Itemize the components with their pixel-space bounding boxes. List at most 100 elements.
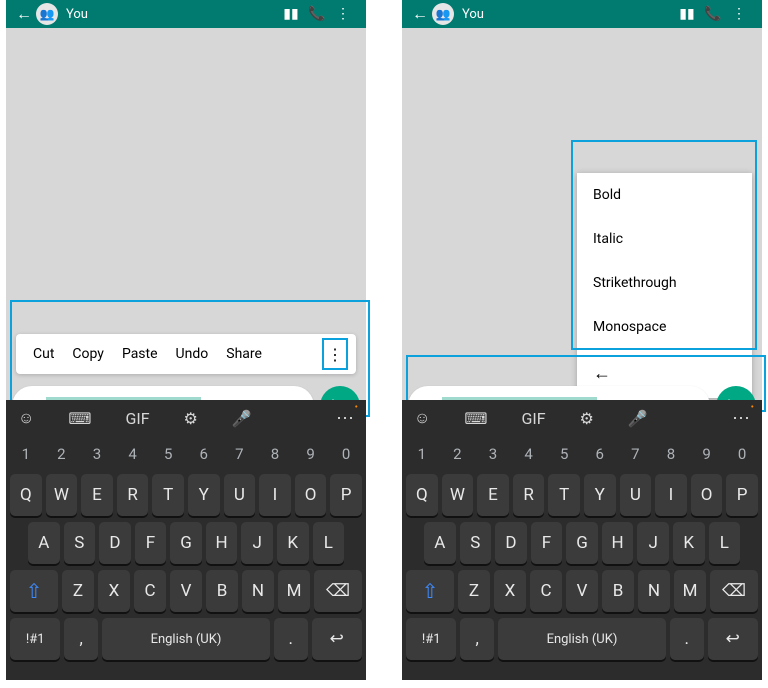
key-r[interactable]: R (513, 474, 545, 516)
key-j[interactable]: J (241, 522, 273, 564)
key-0[interactable]: 0 (726, 440, 758, 468)
key-n[interactable]: N (242, 570, 274, 612)
key-s[interactable]: S (460, 522, 492, 564)
key-f[interactable]: F (135, 522, 167, 564)
key-5[interactable]: 5 (548, 440, 580, 468)
key-space[interactable]: English (UK) (102, 618, 270, 660)
key-shift[interactable]: ⇧ (10, 570, 58, 612)
kb-more-icon[interactable]: ⋯ (336, 408, 354, 429)
key-4[interactable]: 4 (117, 440, 149, 468)
key-period[interactable]: . (670, 618, 704, 660)
key-comma[interactable]: , (460, 618, 494, 660)
key-symbols[interactable]: !#1 (406, 618, 456, 660)
key-y[interactable]: Y (188, 474, 220, 516)
key-b[interactable]: B (602, 570, 634, 612)
key-p[interactable]: P (330, 474, 362, 516)
key-z[interactable]: Z (62, 570, 94, 612)
key-g[interactable]: G (566, 522, 598, 564)
key-a[interactable]: A (424, 522, 456, 564)
fmt-strikethrough[interactable]: Strikethrough (577, 261, 752, 305)
kb-sticker-icon[interactable]: ⌨ (68, 409, 91, 428)
key-1[interactable]: 1 (10, 440, 42, 468)
key-r[interactable]: R (117, 474, 149, 516)
key-3[interactable]: 3 (477, 440, 509, 468)
key-symbols[interactable]: !#1 (10, 618, 60, 660)
key-v[interactable]: V (170, 570, 202, 612)
key-x[interactable]: X (98, 570, 130, 612)
key-comma[interactable]: , (64, 618, 98, 660)
key-e[interactable]: E (477, 474, 509, 516)
video-icon[interactable]: ▮▮ (278, 6, 304, 22)
key-4[interactable]: 4 (513, 440, 545, 468)
chat-name[interactable]: You (58, 7, 278, 22)
key-b[interactable]: B (206, 570, 238, 612)
kb-settings-icon[interactable]: ⚙ (580, 409, 594, 428)
call-icon[interactable]: 📞 (304, 6, 330, 22)
kb-more-icon[interactable]: ⋯ (732, 408, 750, 429)
key-u[interactable]: U (224, 474, 256, 516)
kb-mic-icon[interactable]: 🎤 (232, 409, 252, 428)
key-enter[interactable]: ↩ (312, 618, 362, 660)
key-9[interactable]: 9 (691, 440, 723, 468)
key-v[interactable]: V (566, 570, 598, 612)
key-w[interactable]: W (442, 474, 474, 516)
key-p[interactable]: P (726, 474, 758, 516)
avatar[interactable]: 👥 (36, 3, 58, 25)
key-o[interactable]: O (691, 474, 723, 516)
key-x[interactable]: X (494, 570, 526, 612)
key-w[interactable]: W (46, 474, 78, 516)
key-k[interactable]: K (277, 522, 309, 564)
video-icon[interactable]: ▮▮ (674, 6, 700, 22)
more-icon[interactable]: ⋮ (330, 6, 356, 22)
avatar[interactable]: 👥 (432, 3, 454, 25)
more-icon[interactable]: ⋮ (726, 6, 752, 22)
key-m[interactable]: M (278, 570, 310, 612)
ctx-share[interactable]: Share (217, 346, 271, 362)
key-5[interactable]: 5 (152, 440, 184, 468)
key-k[interactable]: K (673, 522, 705, 564)
ctx-more-icon[interactable]: ⋮ (322, 338, 348, 370)
key-1[interactable]: 1 (406, 440, 438, 468)
key-q[interactable]: Q (406, 474, 438, 516)
key-7[interactable]: 7 (620, 440, 652, 468)
key-d[interactable]: D (99, 522, 131, 564)
key-space[interactable]: English (UK) (498, 618, 666, 660)
key-t[interactable]: T (548, 474, 580, 516)
key-n[interactable]: N (638, 570, 670, 612)
key-7[interactable]: 7 (224, 440, 256, 468)
key-enter[interactable]: ↩ (708, 618, 758, 660)
key-m[interactable]: M (674, 570, 706, 612)
key-e[interactable]: E (81, 474, 113, 516)
key-d[interactable]: D (495, 522, 527, 564)
fmt-monospace[interactable]: Monospace (577, 305, 752, 349)
key-3[interactable]: 3 (81, 440, 113, 468)
key-g[interactable]: G (170, 522, 202, 564)
key-f[interactable]: F (531, 522, 563, 564)
key-q[interactable]: Q (10, 474, 42, 516)
chat-name[interactable]: You (454, 7, 674, 22)
ctx-cut[interactable]: Cut (24, 346, 63, 362)
kb-gif-icon[interactable]: GIF (125, 409, 149, 428)
key-h[interactable]: H (602, 522, 634, 564)
key-2[interactable]: 2 (46, 440, 78, 468)
key-shift[interactable]: ⇧ (406, 570, 454, 612)
key-0[interactable]: 0 (330, 440, 362, 468)
key-8[interactable]: 8 (655, 440, 687, 468)
key-backspace[interactable]: ⌫ (710, 570, 758, 612)
ctx-paste[interactable]: Paste (113, 346, 167, 362)
key-6[interactable]: 6 (584, 440, 616, 468)
fmt-bold[interactable]: Bold (577, 173, 752, 217)
key-c[interactable]: C (134, 570, 166, 612)
key-6[interactable]: 6 (188, 440, 220, 468)
kb-emoji-icon[interactable]: ☺ (414, 408, 430, 428)
key-a[interactable]: A (28, 522, 60, 564)
kb-sticker-icon[interactable]: ⌨ (464, 409, 487, 428)
key-i[interactable]: I (259, 474, 291, 516)
key-t[interactable]: T (152, 474, 184, 516)
key-9[interactable]: 9 (295, 440, 327, 468)
key-period[interactable]: . (274, 618, 308, 660)
key-h[interactable]: H (206, 522, 238, 564)
key-c[interactable]: C (530, 570, 562, 612)
key-o[interactable]: O (295, 474, 327, 516)
kb-emoji-icon[interactable]: ☺ (18, 408, 34, 428)
